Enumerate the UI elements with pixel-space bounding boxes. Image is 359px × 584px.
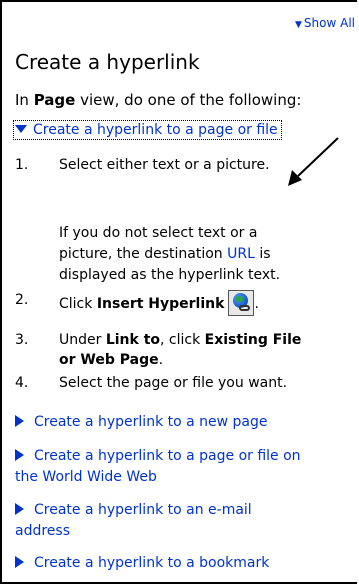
link-bookmark[interactable]: Create a hyperlink to a bookmark [15, 553, 269, 574]
show-all-link[interactable]: ▼ Show All [295, 16, 355, 30]
triangle-right-icon [15, 556, 24, 568]
intro-text: In Page view, do one of the following: [15, 91, 302, 109]
triangle-right-icon [15, 449, 24, 461]
insert-hyperlink-icon[interactable] [228, 290, 255, 316]
link-world-wide-web[interactable]: Create a hyperlink to a page or file on … [15, 446, 301, 488]
link-new-page[interactable]: Create a hyperlink to a new page [15, 412, 268, 433]
triangle-right-icon [15, 503, 24, 515]
step-1-note: If you do not select text or a picture, … [59, 225, 281, 283]
link-email-address[interactable]: Create a hyperlink to an e-mail address [15, 500, 252, 542]
triangle-right-icon [15, 415, 24, 427]
triangle-down-icon [15, 125, 27, 133]
url-link[interactable]: URL [227, 246, 255, 262]
expanded-topic-link[interactable]: Create a hyperlink to a page or file [13, 120, 282, 140]
triangle-down-icon: ▼ [295, 20, 302, 30]
page-title: Create a hyperlink [15, 50, 200, 74]
